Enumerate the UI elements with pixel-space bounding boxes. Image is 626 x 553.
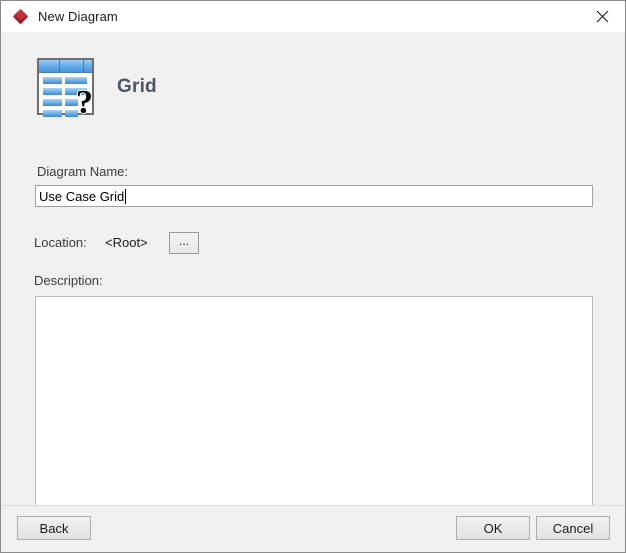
text-caret bbox=[125, 188, 127, 204]
title-bar: New Diagram bbox=[1, 1, 625, 32]
cancel-button[interactable]: Cancel bbox=[536, 516, 610, 540]
location-label: Location: bbox=[34, 235, 87, 250]
diagram-name-value: Use Case Grid bbox=[39, 188, 125, 204]
grid-table-question-icon: ? bbox=[37, 58, 94, 120]
diagram-name-input[interactable]: Use Case Grid bbox=[35, 185, 593, 207]
description-textarea[interactable] bbox=[35, 296, 593, 524]
close-icon[interactable] bbox=[580, 1, 625, 31]
question-mark-overlay: ? bbox=[76, 84, 93, 121]
description-label: Description: bbox=[34, 273, 103, 288]
diagram-name-label: Diagram Name: bbox=[37, 164, 129, 179]
location-value: <Root> bbox=[105, 235, 148, 250]
red-diamond-icon bbox=[12, 8, 29, 25]
page-title: Grid bbox=[117, 75, 157, 97]
diagram-type-header: ? Grid bbox=[37, 58, 157, 120]
back-button[interactable]: Back bbox=[17, 516, 91, 540]
browse-location-button[interactable]: ... bbox=[169, 232, 199, 254]
dialog-body: ? Grid Diagram Name: Use Case Grid Locat… bbox=[1, 32, 625, 552]
ok-button[interactable]: OK bbox=[456, 516, 530, 540]
dialog-footer: Back OK Cancel bbox=[1, 505, 625, 552]
new-diagram-dialog: New Diagram ? Grid Diagram Name: Use Cas… bbox=[0, 0, 626, 553]
window-title: New Diagram bbox=[38, 9, 118, 24]
